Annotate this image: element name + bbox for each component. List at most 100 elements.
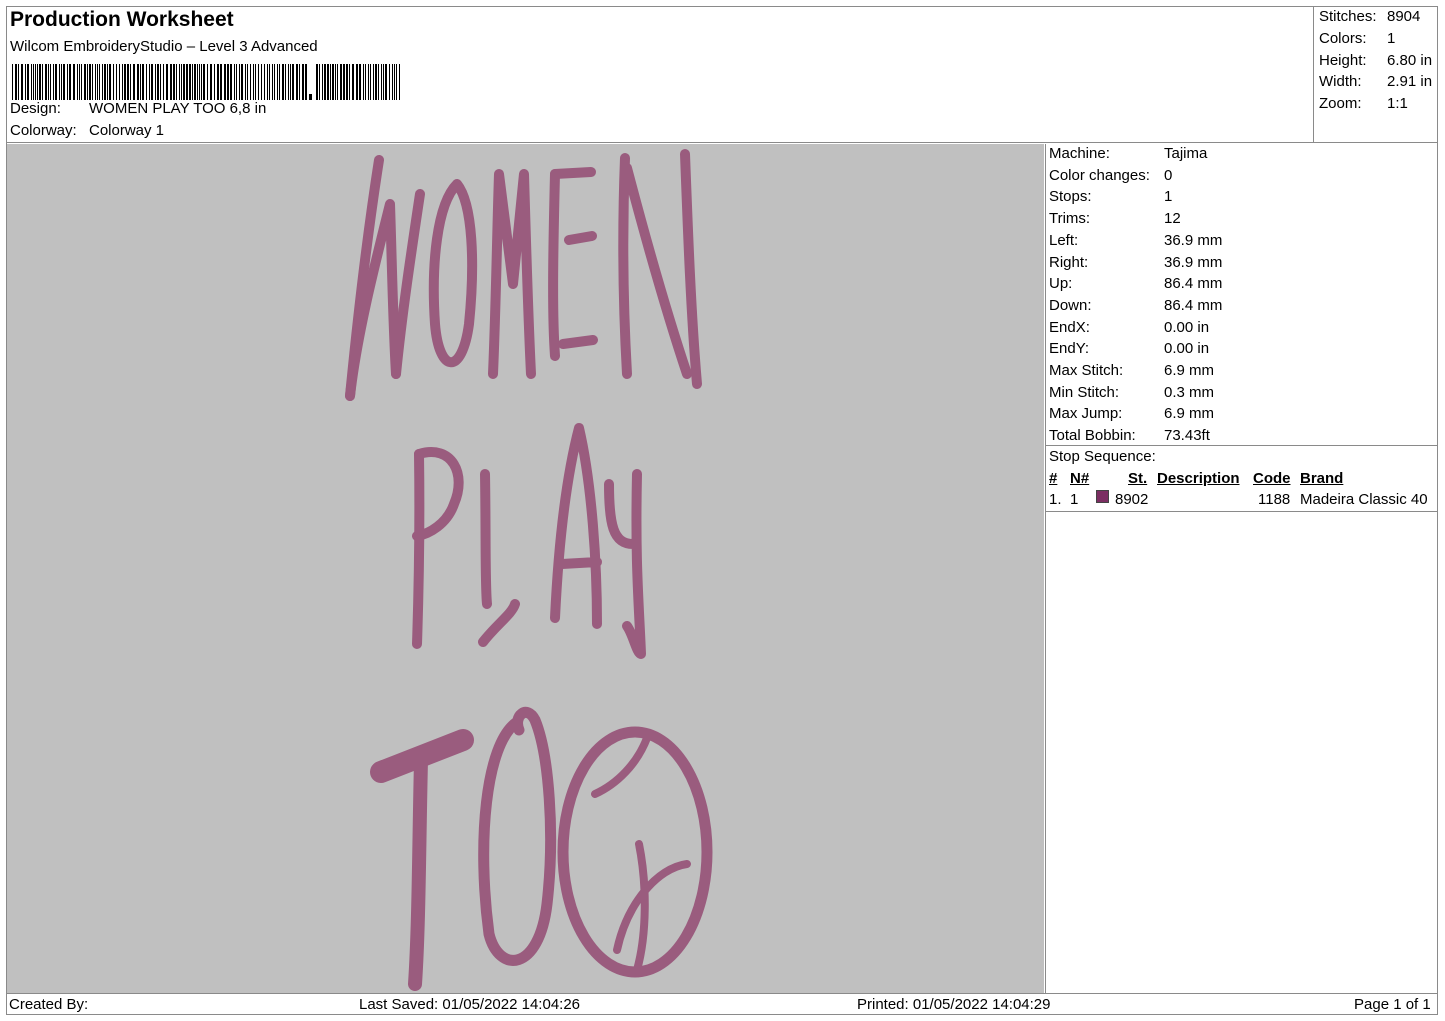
stat-value: 2.91 in: [1387, 73, 1433, 90]
last-saved: Last Saved: 01/05/2022 14:04:26: [359, 996, 581, 1013]
info-label: EndX:: [1049, 318, 1090, 336]
barcode-bar: [258, 64, 259, 100]
barcode-bar: [359, 64, 361, 100]
machine-info-row: Stops: 1: [1049, 188, 1172, 205]
stroke-ball: [557, 726, 713, 978]
barcode-bar: [25, 64, 26, 100]
divider: [1046, 511, 1438, 512]
barcode-bar: [113, 64, 114, 100]
machine-info-row: Up: 86.4 mm: [1049, 275, 1222, 292]
stroke-n: [618, 149, 702, 389]
barcode-bar: [236, 64, 237, 100]
barcode-bar: [290, 64, 291, 100]
barcode-bar: [370, 64, 371, 100]
stat-label: Colors:: [1319, 30, 1367, 47]
info-value: 73.43ft: [1164, 427, 1210, 445]
worksheet-header: Production Worksheet Wilcom EmbroiderySt…: [6, 6, 1314, 143]
barcode-bar: [227, 64, 229, 100]
stroke-w: [391, 189, 425, 379]
barcode-bar: [247, 64, 248, 100]
machine-info-row: Trims: 12: [1049, 210, 1181, 227]
row-index: 1.: [1049, 491, 1062, 508]
machine-info-row: EndX: 0.00 in: [1049, 319, 1209, 336]
info-value: 6.9 mm: [1164, 362, 1215, 379]
info-value: 1: [1164, 188, 1173, 206]
info-label: Max Stitch:: [1049, 362, 1124, 379]
stroke-o: [428, 179, 478, 368]
stat-label: Height:: [1319, 52, 1367, 69]
stop-sequence-title: Stop Sequence:: [1049, 448, 1156, 465]
page-number: Page 1 of 1: [1354, 996, 1431, 1013]
info-label: Left:: [1049, 231, 1079, 249]
stat-height: Height: 6.80 in: [1319, 52, 1432, 69]
colorway-value: Colorway 1: [89, 122, 165, 139]
barcode-bar: [274, 64, 275, 100]
barcode-bar: [77, 64, 78, 100]
barcode-bar: [186, 64, 188, 100]
col-description-header: Description: [1157, 470, 1240, 487]
barcode-bar: [267, 64, 268, 100]
machine-info-row: Min Stitch: 0.3 mm: [1049, 384, 1214, 401]
row-st: 8902: [1115, 491, 1149, 508]
stroke-a: [550, 423, 602, 629]
barcode-bar: [97, 64, 98, 100]
word-play: [412, 423, 646, 659]
barcode-bar: [155, 64, 156, 100]
barcode-bar: [261, 64, 262, 100]
barcode-bar: [79, 64, 80, 100]
barcode-bar: [250, 64, 251, 100]
barcode-bar: [279, 64, 280, 100]
info-label: Trims:: [1049, 210, 1091, 228]
barcode-bar: [192, 64, 193, 100]
barcode-bar: [99, 64, 100, 100]
machine-info-row: Left: 36.9 mm: [1049, 232, 1222, 249]
barcode-bar: [116, 64, 117, 100]
machine-info-row: Max Jump: 6.9 mm: [1049, 405, 1214, 422]
barcode-bar: [319, 64, 320, 100]
barcode-bar: [230, 64, 232, 100]
info-value: 36.9 mm: [1164, 253, 1223, 271]
barcode-bar: [146, 64, 147, 100]
barcode-bar: [50, 64, 51, 100]
barcode-bar: [163, 64, 164, 100]
barcode-bar: [122, 64, 123, 100]
stroke-o: [478, 706, 557, 966]
barcode-bar: [170, 64, 172, 100]
machine-info-row: Machine: Tajima: [1049, 145, 1207, 162]
barcode-bar: [394, 64, 395, 100]
barcode-bar: [142, 64, 144, 100]
barcode-bar: [210, 64, 212, 100]
info-value: 0: [1164, 166, 1173, 184]
barcode-bar: [127, 64, 129, 100]
colorway-label: Colorway:: [10, 122, 77, 139]
barcode-bar: [332, 64, 334, 100]
barcode-bar: [346, 64, 348, 100]
worksheet-footer: Created By: Last Saved: 01/05/2022 14:04…: [6, 993, 1438, 1015]
barcode-bar: [73, 64, 75, 100]
barcode-bar: [45, 64, 47, 100]
divider: [1046, 445, 1438, 446]
barcode-bar: [176, 64, 177, 100]
barcode-bar: [87, 64, 88, 100]
barcode-bar: [89, 64, 91, 100]
barcode-bar: [269, 64, 270, 100]
design-value: WOMEN PLAY TOO 6,8 in: [89, 100, 267, 117]
barcode-bar: [31, 64, 32, 100]
software-name: Wilcom EmbroideryStudio – Level 3 Advanc…: [10, 38, 318, 55]
info-label: Down:: [1049, 296, 1092, 314]
barcode-bar: [335, 64, 336, 100]
barcode-bar: [48, 64, 49, 100]
barcode-bar: [21, 64, 23, 100]
barcode-bar: [292, 64, 294, 100]
barcode-bar: [81, 64, 82, 100]
info-label: EndY:: [1049, 340, 1090, 358]
printed-date: Printed: 01/05/2022 14:04:29: [857, 996, 1051, 1013]
design-preview: [7, 144, 1044, 993]
stat-value: 1: [1387, 30, 1396, 47]
barcode-bar: [389, 64, 390, 100]
barcode-bar: [119, 64, 120, 100]
col-st-header: St.: [1128, 470, 1148, 487]
colorway-row: Colorway: Colorway 1: [10, 122, 164, 139]
thread-color-swatch: [1096, 490, 1109, 503]
barcode-bar: [37, 64, 38, 100]
